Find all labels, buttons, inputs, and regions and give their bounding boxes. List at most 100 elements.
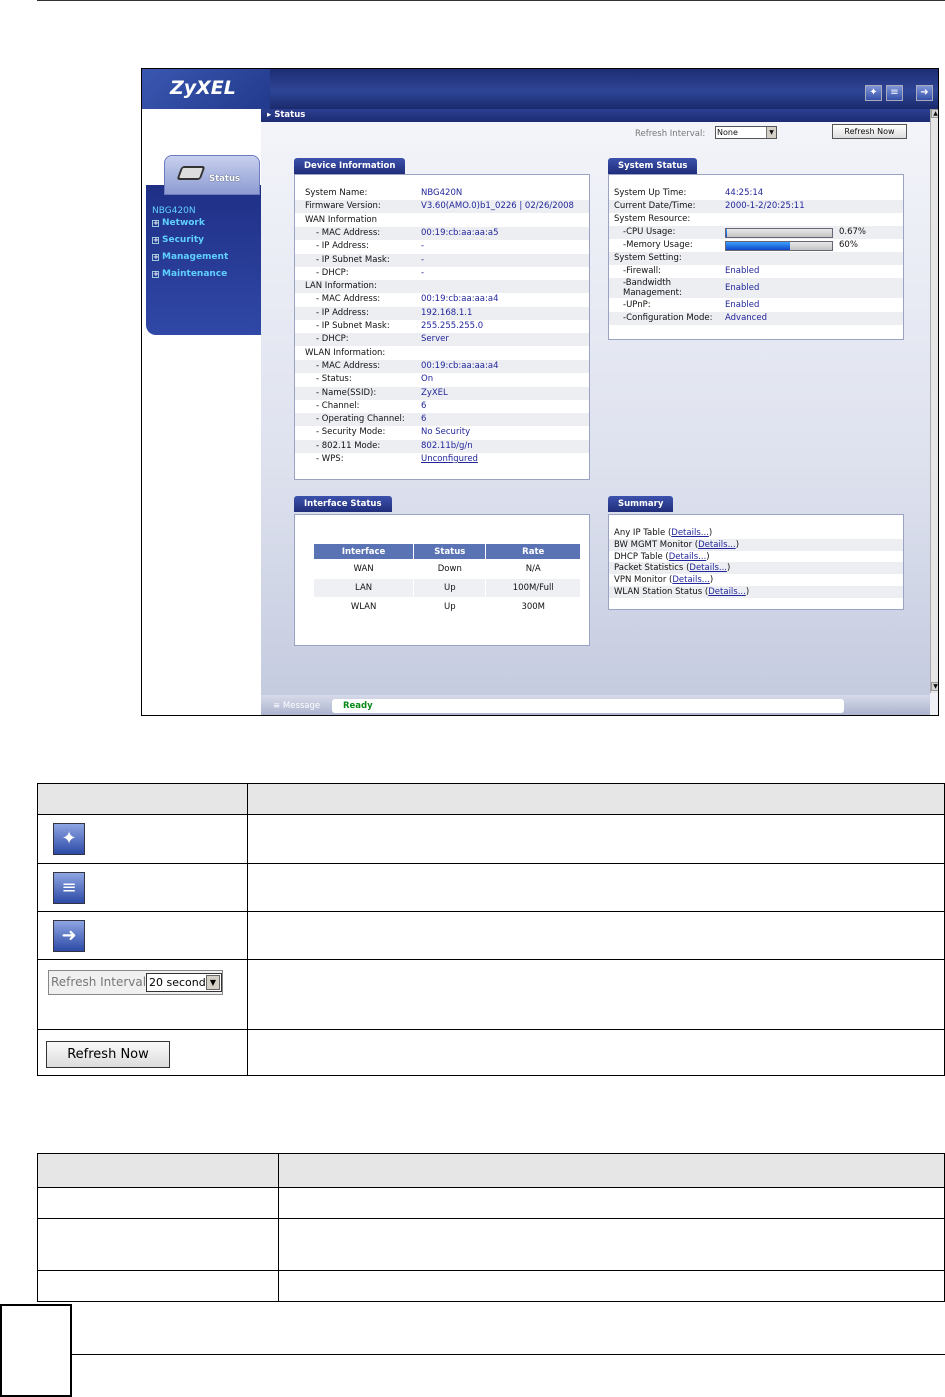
device-info-label: - Status:: [316, 374, 352, 385]
table-cell: Up: [413, 597, 487, 617]
details-link[interactable]: Details...: [689, 563, 727, 573]
device-info-value: 00:19:cb:aa:aa:a4: [421, 294, 499, 305]
details-link[interactable]: Details...: [698, 540, 736, 550]
device-info-label: - Operating Channel:: [316, 414, 405, 425]
memory-row: -Memory Usage: 60%: [623, 240, 858, 251]
device-info-value: -: [421, 254, 425, 265]
main-content: ▸ Status Refresh Interval: None ▼ Refresh…: [261, 109, 930, 715]
device-info-value: -: [421, 241, 425, 252]
column-header: Rate: [485, 543, 581, 560]
scroll-up-icon[interactable]: ▲: [931, 109, 938, 118]
logout-icon[interactable]: ➜: [916, 85, 933, 101]
table-cell: Up: [413, 578, 487, 598]
field-description-table: [37, 1153, 945, 1302]
wizard-icon[interactable]: ✦: [865, 85, 882, 101]
table-cell: LAN: [312, 578, 415, 598]
device-info-row: - WPS: Unconfigured: [295, 453, 589, 466]
details-link[interactable]: Details...: [672, 575, 710, 585]
device-info-label: - Channel:: [316, 400, 360, 411]
device-name: NBG420N: [152, 206, 196, 216]
details-link[interactable]: Details...: [669, 552, 707, 562]
cpu-usage-fill: [726, 229, 728, 237]
summary-item-label: Packet Statistics: [614, 563, 684, 574]
table-cell: ✦: [37, 814, 248, 864]
device-info-value: 00:19:cb:aa:aa:a4: [421, 360, 499, 371]
details-link[interactable]: Details...: [671, 528, 709, 538]
upnp-row: -UPnP: Enabled: [623, 300, 760, 310]
table-cell: [37, 1187, 279, 1219]
expand-icon: +: [152, 219, 159, 227]
refresh-interval-sample: Refresh Interval: 20 seconds ▼: [48, 970, 223, 995]
device-info-label: LAN Information:: [305, 281, 377, 292]
device-info-row: - 802.11 Mode: 802.11b/g/n: [295, 439, 589, 453]
header-bar: ZyXEL ✦ ≡ ➜: [142, 69, 938, 109]
summary-label: BW MGMT Monitor (Details...): [614, 539, 740, 550]
page-top-rule: [37, 0, 945, 1]
device-info-label: - DHCP:: [316, 334, 349, 345]
summary-item-label: VPN Monitor: [614, 575, 667, 586]
vertical-scrollbar[interactable]: ▲ ▼: [930, 109, 938, 693]
summary-item-label: Any IP Table: [614, 528, 666, 538]
device-info-row: - Name(SSID): ZyXEL: [295, 386, 589, 400]
device-info-row: WLAN Information:: [295, 347, 589, 360]
system-status-title: System Status: [608, 158, 698, 174]
sidebar-item-maintenance[interactable]: + Maintenance: [152, 269, 227, 279]
scroll-down-icon[interactable]: ▼: [931, 682, 938, 691]
dropdown-arrow-icon: ▼: [766, 127, 776, 138]
device-info-label: - IP Subnet Mask:: [316, 254, 390, 265]
device-info-row: - MAC Address: 00:19:cb:aa:aa:a4: [295, 359, 589, 373]
about-icon[interactable]: ≡: [886, 85, 903, 101]
expand-icon: +: [152, 253, 159, 261]
status-icon: [176, 166, 206, 180]
device-info-value: V3.60(AMO.0)b1_0226 | 02/26/2008: [421, 201, 574, 212]
table-header-row: Interface Status Rate: [312, 543, 581, 560]
table-cell: [247, 814, 945, 864]
table-cell: [278, 1270, 945, 1302]
firewall-row: -Firewall: Enabled: [623, 266, 760, 276]
message-field: Ready: [332, 699, 844, 713]
sidebar-item-management[interactable]: + Management: [152, 252, 228, 262]
device-info-row: - MAC Address: 00:19:cb:aa:aa:a4: [295, 293, 589, 306]
up-time-row: System Up Time: 44:25:14: [614, 188, 764, 198]
device-info-value: 255.255.255.0: [421, 321, 484, 331]
footer-rule: [72, 1354, 945, 1355]
expand-icon: +: [152, 270, 159, 278]
table-cell: 100M/Full: [485, 578, 581, 598]
sidebar-item-network[interactable]: + Network: [152, 218, 205, 228]
summary-item: Packet Statistics (Details...): [609, 562, 903, 575]
device-info-value: 6: [421, 400, 427, 411]
table-cell: [247, 911, 945, 960]
config-mode-row: -Configuration Mode: Advanced: [609, 312, 903, 325]
device-info-row: System Name: NBG420N: [295, 187, 589, 200]
device-info-row: - Channel: 6: [295, 400, 589, 413]
tab-status[interactable]: Status: [164, 155, 260, 195]
table-cell: WAN: [312, 559, 415, 579]
device-info-label: - 802.11 Mode:: [316, 440, 381, 451]
sidebar-item-security[interactable]: + Security: [152, 235, 204, 245]
device-info-label: - MAC Address:: [316, 294, 381, 305]
device-info-label: - DHCP:: [316, 267, 349, 278]
device-info-value[interactable]: Unconfigured: [421, 453, 478, 466]
table-cell: WLAN: [312, 597, 415, 617]
memory-usage-fill: [726, 242, 790, 250]
summary-item: VPN Monitor (Details...): [609, 574, 903, 586]
column-header-label: [37, 783, 248, 815]
interface-table: Interface Status Rate WAN Down N/A LAN Up 10…: [312, 543, 581, 617]
device-info-row: - IP Address: -: [295, 240, 589, 253]
logout-icon: ➜: [53, 920, 85, 952]
table-cell: [37, 1218, 279, 1271]
message-bar: ≡ Message Ready: [261, 695, 930, 715]
message-label: ≡ Message: [273, 701, 321, 711]
refresh-now-button[interactable]: Refresh Now: [832, 124, 907, 139]
summary-label: DHCP Table (Details...): [614, 551, 710, 562]
cpu-row: -CPU Usage: 0.67%: [609, 226, 903, 239]
page-number-box: [0, 1304, 72, 1397]
details-link[interactable]: Details...: [708, 587, 746, 597]
logo: ZyXEL: [142, 69, 270, 109]
column-header-description: [278, 1153, 945, 1188]
refresh-interval-label: Refresh Interval:: [635, 129, 706, 139]
device-info-value: ZyXEL: [421, 387, 448, 398]
refresh-interval-select[interactable]: None ▼: [715, 126, 777, 139]
summary-item-label: BW MGMT Monitor: [614, 539, 693, 550]
setting-row: System Setting:: [609, 252, 903, 265]
